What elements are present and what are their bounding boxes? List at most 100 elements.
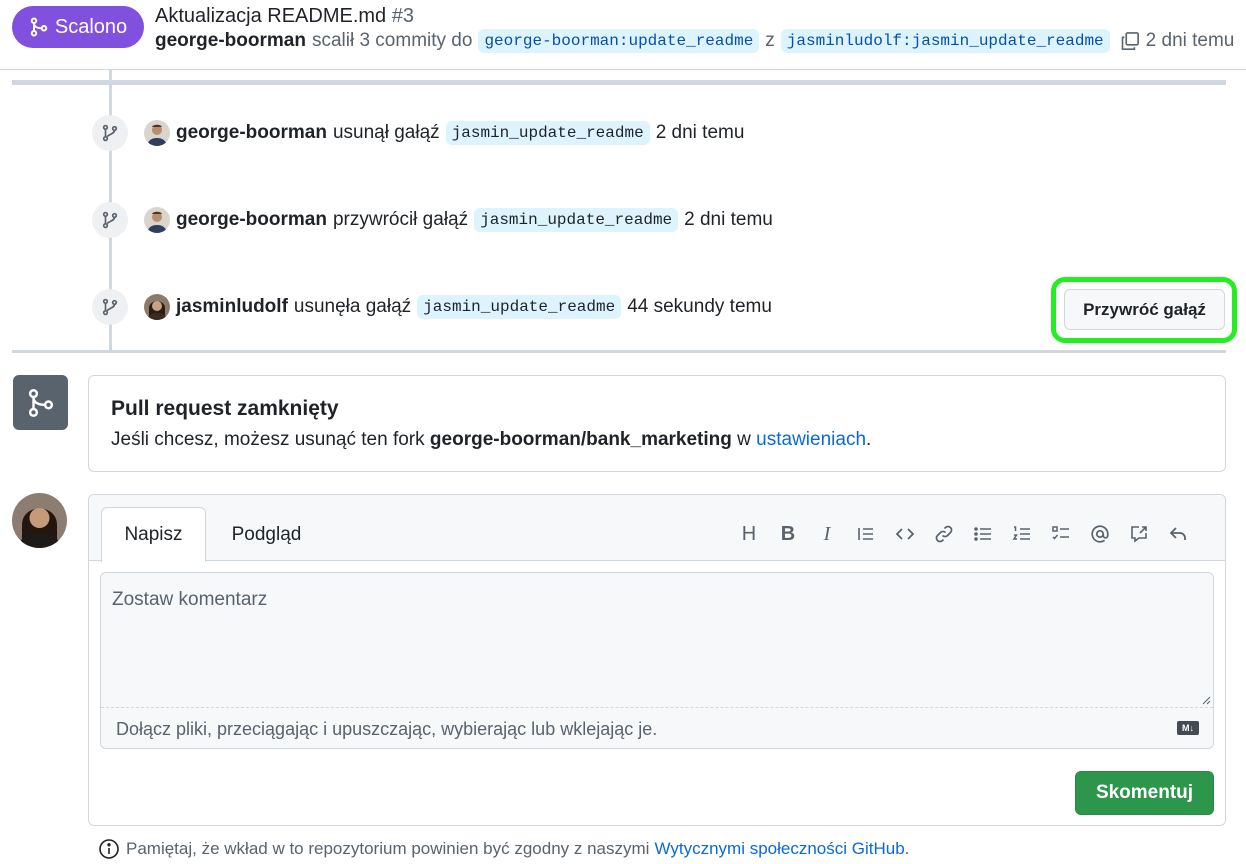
reference-button[interactable]: [1125, 520, 1153, 548]
event-action: usunęła gałąź: [293, 296, 412, 317]
closed-desc-mid: w: [737, 429, 751, 450]
branch-icon-badge: [92, 115, 128, 151]
resize-handle-icon[interactable]: [1201, 695, 1211, 705]
restore-branch-button[interactable]: Przywróć gałąź: [1064, 289, 1225, 330]
closed-desc-prefix: Jeśli chcesz, możesz usunąć ten fork: [111, 429, 425, 450]
avatar-image: [144, 207, 170, 233]
numbered-list-button[interactable]: [1008, 520, 1036, 548]
heading-icon: H: [741, 522, 757, 545]
code-button[interactable]: [891, 520, 919, 548]
reply-icon: [1169, 527, 1186, 540]
avatar-image: [144, 120, 170, 146]
mention-button[interactable]: [1086, 520, 1114, 548]
avatar[interactable]: [144, 294, 170, 320]
italic-button[interactable]: I: [813, 520, 841, 548]
git-branch-icon: [102, 124, 118, 142]
avatar-image: [12, 493, 67, 548]
note-suffix: .: [904, 839, 910, 858]
task-list-icon: [1052, 526, 1069, 540]
cross-reference-icon: [1131, 526, 1147, 543]
head-branch[interactable]: jasminludolf:jasmin_update_readme: [780, 29, 1110, 53]
italic-icon: I: [823, 522, 831, 545]
pr-meta: george-boorman scalił 3 commity do georg…: [155, 28, 1234, 54]
connector-text: z: [765, 30, 775, 51]
timeline-event: jasminludolf usunęła gałąź jasmin_update…: [92, 289, 772, 325]
event-user[interactable]: jasminludolf: [176, 296, 288, 318]
community-guidelines-link[interactable]: Wytycznymi społeczności GitHub: [654, 839, 904, 859]
event-branch: jasmin_update_readme: [445, 121, 650, 145]
git-branch-icon: [102, 298, 118, 316]
comment-input[interactable]: [101, 573, 1213, 708]
fork-repo-name: george-boorman/bank_marketing: [429, 429, 732, 450]
pr-title: Aktualizacja README.md #3: [155, 5, 414, 28]
timeline-text: jasminludolf usunęła gałąź jasmin_update…: [176, 295, 772, 319]
bold-icon: B: [780, 522, 796, 545]
code-icon: [895, 528, 915, 540]
closed-title: Pull request zamknięty: [111, 397, 339, 420]
info-icon: [99, 839, 119, 859]
saved-replies-button[interactable]: [1164, 520, 1192, 548]
comment-composer: Napisz Podgląd H B I Zostaw komentarz Do…: [88, 494, 1226, 826]
event-branch: jasmin_update_readme: [417, 295, 622, 319]
event-time[interactable]: 44 sekundy temu: [627, 296, 772, 318]
pr-title-text: Aktualizacja README.md: [155, 5, 387, 27]
copy-icon[interactable]: [1120, 31, 1140, 51]
merged-state-badge: Scalono: [12, 6, 144, 48]
timeline-text: george-boorman przywrócił gałąź jasmin_u…: [176, 208, 773, 232]
task-list-button[interactable]: [1047, 520, 1075, 548]
event-action: przywrócił gałąź: [332, 209, 469, 230]
avatar[interactable]: [144, 207, 170, 233]
composer-tabbar: Napisz Podgląd H B I: [89, 495, 1225, 562]
event-user[interactable]: george-boorman: [176, 122, 327, 144]
event-time[interactable]: 2 dni temu: [656, 122, 745, 144]
comment-submit-button[interactable]: Skomentuj: [1075, 771, 1214, 815]
avatar-image: [144, 294, 170, 320]
branch-icon-badge: [92, 202, 128, 238]
state-label: Scalono: [54, 15, 128, 38]
avatar[interactable]: [144, 120, 170, 146]
bulleted-list-button[interactable]: [969, 520, 997, 548]
comment-field-wrapper: Dołącz pliki, przeciągając i upuszczając…: [100, 572, 1214, 749]
timeline-separator: [12, 80, 1226, 85]
branch-icon-badge: [92, 289, 128, 325]
quote-icon: [858, 528, 873, 540]
timeline-separator: [12, 350, 1226, 353]
git-merge-icon: [28, 388, 53, 417]
merge-text: scalił 3 commity do: [311, 30, 473, 51]
attach-files-hint[interactable]: Dołącz pliki, przeciągając i upuszczając…: [116, 719, 657, 740]
event-user[interactable]: george-boorman: [176, 209, 327, 231]
git-branch-icon: [102, 211, 118, 229]
event-branch: jasmin_update_readme: [474, 208, 679, 232]
heading-button[interactable]: H: [735, 520, 763, 548]
contribution-note: Pamiętaj, że wkład w to repozytorium pow…: [98, 837, 909, 861]
tab-write[interactable]: Napisz: [101, 507, 206, 562]
closed-desc-suffix: .: [866, 429, 872, 450]
event-action: usunął gałąź: [332, 122, 440, 143]
base-branch[interactable]: george-boorman:update_readme: [478, 29, 760, 53]
closed-pr-badge: [13, 375, 68, 430]
sticky-header: Scalono Aktualizacja README.md #3 george…: [0, 0, 1246, 70]
markdown-icon[interactable]: M↓: [1177, 721, 1199, 735]
link-button[interactable]: [930, 520, 958, 548]
bold-button[interactable]: B: [774, 520, 802, 548]
numbered-list-icon: [1012, 526, 1030, 540]
settings-link[interactable]: ustawieniach: [756, 429, 866, 450]
timeline-event: george-boorman usunął gałąź jasmin_updat…: [92, 115, 744, 151]
current-user-avatar[interactable]: [12, 493, 67, 548]
bulleted-list-icon: [974, 527, 991, 541]
pr-number: #3: [391, 5, 414, 27]
merge-time: 2 dni temu: [1145, 30, 1235, 51]
timeline-event: george-boorman przywrócił gałąź jasmin_u…: [92, 202, 773, 238]
tab-preview[interactable]: Podgląd: [219, 507, 314, 562]
event-time[interactable]: 2 dni temu: [684, 209, 773, 231]
closed-description: Jeśli chcesz, możesz usunąć ten fork geo…: [111, 429, 871, 451]
pr-closed-box: Pull request zamknięty Jeśli chcesz, moż…: [88, 375, 1226, 472]
author-link[interactable]: george-boorman: [155, 30, 306, 52]
git-merge-icon: [30, 17, 48, 37]
link-icon: [935, 525, 953, 543]
note-prefix: Pamiętaj, że wkład w to repozytorium pow…: [126, 839, 650, 858]
mention-icon: [1091, 525, 1109, 543]
quote-button[interactable]: [852, 520, 880, 548]
markdown-toolbar: H B I: [735, 519, 1192, 549]
timeline-text: george-boorman usunął gałąź jasmin_updat…: [176, 121, 744, 145]
